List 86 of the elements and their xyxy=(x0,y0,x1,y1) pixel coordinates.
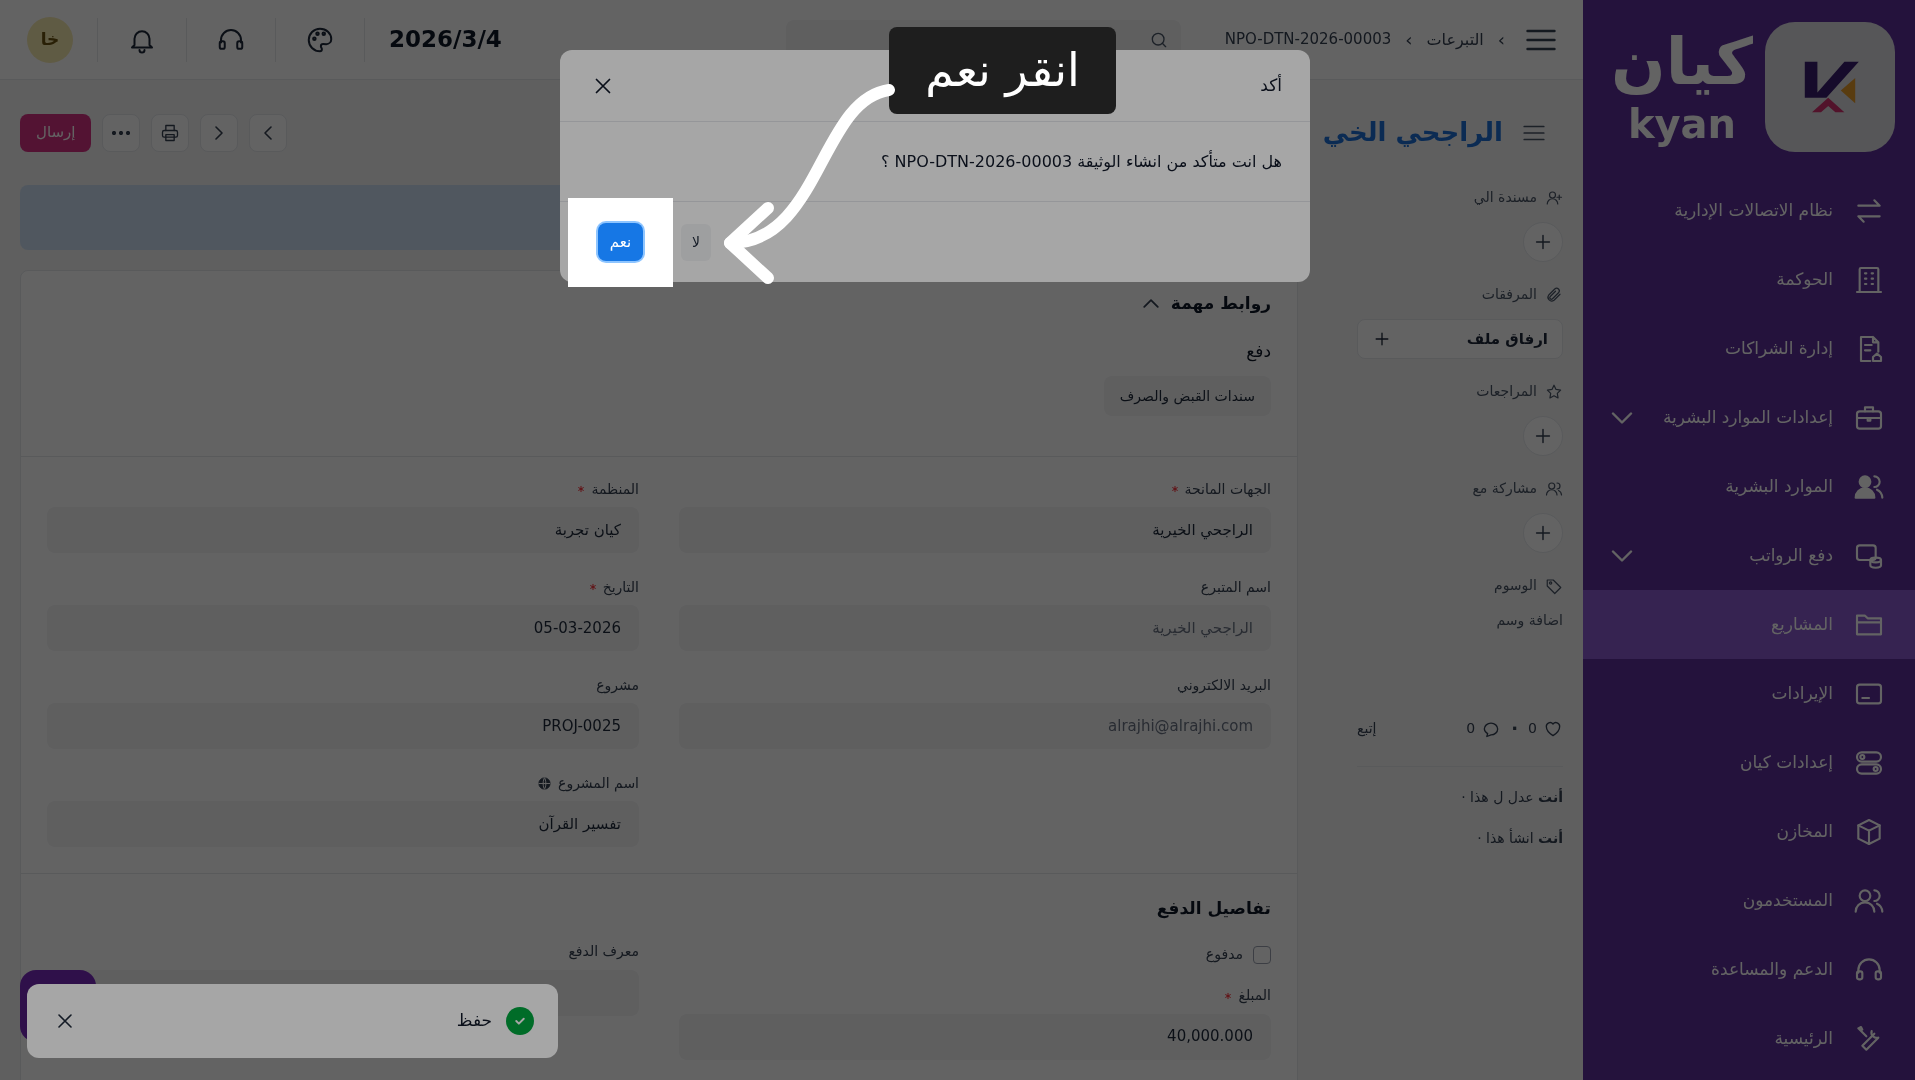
toast-message: حفظ xyxy=(456,1009,492,1033)
required-asterisk-icon xyxy=(577,485,586,493)
dialog-title: أكد xyxy=(1260,73,1282,97)
input-field[interactable]: 40,000.000 xyxy=(679,1013,1271,1060)
field-label: التاريخ xyxy=(602,577,639,598)
section-label: الوسوم xyxy=(1493,576,1537,596)
sidebar-item[interactable]: الحوكمة xyxy=(1583,245,1915,314)
activity-entry: أنت انشأ هذا · xyxy=(1476,828,1563,848)
section-label: المرفقات xyxy=(1481,285,1537,304)
section-label: المراجعات xyxy=(1476,382,1537,401)
chevron-left-icon xyxy=(264,125,273,140)
sidebar-item[interactable]: إعدادات الموارد البشرية xyxy=(1583,383,1915,452)
field-label: المبلغ xyxy=(1238,986,1271,1006)
print-button[interactable] xyxy=(151,113,190,152)
add-button[interactable] xyxy=(1523,222,1563,262)
breadcrumb-link[interactable]: التبرعات xyxy=(1426,27,1484,52)
more-button[interactable] xyxy=(102,113,141,152)
field-label: اسم المشروع xyxy=(558,773,639,794)
date-text: 2026/3/4 xyxy=(389,25,502,55)
sidebar-item[interactable]: إدارة الشراكات xyxy=(1583,314,1915,383)
input-field[interactable]: PROJ-0025 xyxy=(47,703,639,749)
field-label: مشروع xyxy=(596,675,639,696)
checkbox-label: مدفوع xyxy=(1205,945,1243,965)
field-label: معرف الدفع xyxy=(568,942,639,962)
next-button[interactable] xyxy=(200,113,239,152)
sidebar-item[interactable]: المخازن xyxy=(1583,797,1915,866)
input-field[interactable]: تفسير القرآن xyxy=(47,801,639,847)
section-title: روابط مهمة xyxy=(1170,292,1271,315)
logo-subtext: kyan xyxy=(1627,102,1737,146)
link-chip[interactable]: سندات القبض والصرف xyxy=(1103,376,1271,416)
sidebar-item[interactable]: إعدادات كيان xyxy=(1583,728,1915,797)
dialog-message: هل انت متأكد من انشاء الوثيقة NPO-DTN-2026-00003 ؟ xyxy=(880,149,1282,174)
required-asterisk-icon xyxy=(1224,991,1233,1000)
follow-link[interactable]: إتبع xyxy=(1357,718,1377,739)
add-tag-link[interactable]: اضافة وسم xyxy=(1357,610,1563,631)
user-plus-icon xyxy=(1545,188,1563,207)
input-field[interactable]: كيان تجربة xyxy=(47,507,639,553)
add-button[interactable] xyxy=(1523,513,1563,553)
sidebar-item[interactable]: الموارد البشرية xyxy=(1583,452,1915,521)
confirm-button[interactable]: نعم xyxy=(597,223,644,261)
cancel-button[interactable]: لا xyxy=(681,223,711,261)
required-asterisk-icon xyxy=(588,583,597,591)
comment-count: 0 xyxy=(1466,719,1476,738)
logo-icon xyxy=(1765,22,1895,152)
field-label: المنظمة xyxy=(591,479,639,499)
attach-file-button[interactable]: ارفاق ملف xyxy=(1357,319,1563,359)
paperclip-icon xyxy=(1545,285,1563,304)
activity-entry: أنت عدل ل هذا · xyxy=(1460,787,1563,807)
breadcrumb-separator: › xyxy=(1497,28,1505,52)
chevron-right-icon xyxy=(215,125,224,140)
section-label: مشاركة مع xyxy=(1472,479,1537,499)
add-button[interactable] xyxy=(1523,416,1563,456)
page-title: الراجحي الخي xyxy=(1322,116,1503,150)
sidebar-item[interactable]: المستخدمون xyxy=(1583,866,1915,935)
printer-icon xyxy=(160,122,181,143)
breadcrumb-separator: › xyxy=(1405,28,1413,52)
avatar[interactable]: خا xyxy=(27,16,73,63)
link-group-label: دفع xyxy=(1245,339,1271,364)
success-check-icon xyxy=(506,1007,534,1035)
users-icon xyxy=(1545,479,1563,498)
dots-icon xyxy=(112,130,131,135)
star-icon xyxy=(1545,382,1563,401)
sidebar-item[interactable]: الدعم والمساعدة xyxy=(1583,935,1915,1004)
field-label: اسم المتبرع xyxy=(1200,577,1271,598)
field-label: الجهات المانحة xyxy=(1184,479,1271,499)
section-label: مسندة الي xyxy=(1473,188,1537,207)
required-asterisk-icon xyxy=(1170,485,1179,493)
checkbox[interactable] xyxy=(1253,945,1271,964)
breadcrumb-link[interactable]: NPO-DTN-2026-00003 xyxy=(1224,28,1392,51)
sidebar-item[interactable]: الرئيسية xyxy=(1583,1004,1915,1073)
sidebar-item[interactable]: نظام الاتصالات الإدارية xyxy=(1583,176,1915,245)
annotation-label: انقر نعم xyxy=(889,27,1116,114)
sidebar-item[interactable]: المشاريع xyxy=(1583,590,1915,659)
input-field[interactable]: 05-03-2026 xyxy=(47,605,639,651)
input-field[interactable]: الراجحي الخيرية xyxy=(679,507,1271,553)
section-title: تفاصيل الدفع xyxy=(1155,897,1271,921)
previous-button[interactable] xyxy=(249,113,288,152)
sidebar-item[interactable]: الإيرادات xyxy=(1583,659,1915,728)
separator-dot: · xyxy=(1510,717,1520,741)
logo-text: كيان xyxy=(1611,24,1753,101)
sidebar-item[interactable]: دفع الرواتب xyxy=(1583,521,1915,590)
globe-icon xyxy=(537,775,553,791)
tag-icon xyxy=(1545,576,1563,595)
field-label: البريد الالكتروني xyxy=(1177,675,1271,696)
submit-button[interactable]: إرسال xyxy=(20,113,92,152)
like-count: 0 xyxy=(1528,719,1537,738)
